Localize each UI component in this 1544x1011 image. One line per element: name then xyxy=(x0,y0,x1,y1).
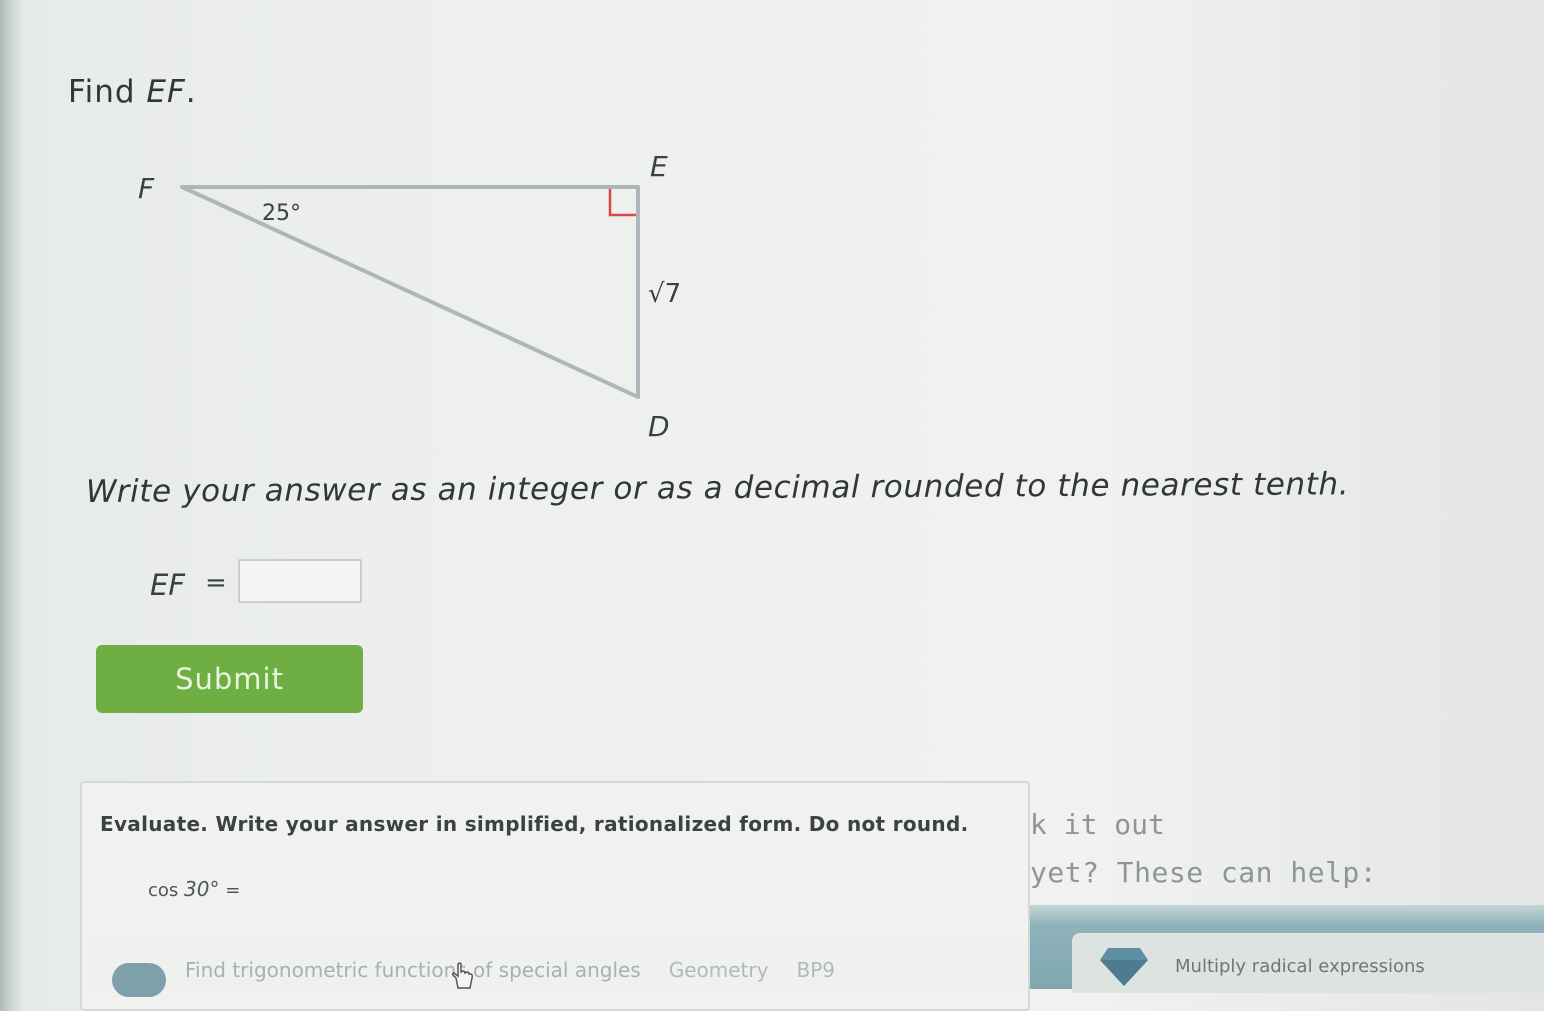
prompt-variable: EF xyxy=(146,74,186,110)
vertex-f-label: F xyxy=(138,172,155,205)
skill-link-trig-functions[interactable]: Find trigonometric functions of special … xyxy=(185,958,835,982)
angle-label: 25° xyxy=(262,201,301,226)
hand-cursor-icon xyxy=(451,962,474,989)
vertex-d-label: D xyxy=(648,410,670,443)
help-heading: k it out xyxy=(1030,808,1165,841)
answer-label: EF xyxy=(150,568,186,602)
answer-input[interactable] xyxy=(238,559,362,603)
triangle-shape xyxy=(180,185,640,399)
submit-button[interactable]: Submit xyxy=(96,645,363,713)
right-angle-marker xyxy=(608,189,636,217)
side-label: √7 xyxy=(648,279,681,309)
vertex-e-label: E xyxy=(650,150,668,183)
diamond-icon xyxy=(1100,948,1148,986)
hint-expression: cos 30° = xyxy=(148,877,241,901)
help-subheading: yet? These can help: xyxy=(1030,856,1378,889)
triangle-figure: F E D 25° √7 xyxy=(138,150,681,443)
question-prompt: Find EF. xyxy=(68,74,197,110)
skill-badge-icon xyxy=(112,963,166,997)
hint-instruction: Evaluate. Write your answer in simplifie… xyxy=(100,812,969,836)
skill-link-multiply-radicals[interactable]: Multiply radical expressions xyxy=(1175,956,1425,977)
answer-instruction: Write your answer as an integer or as a … xyxy=(85,466,1350,510)
answer-equals-sign: = xyxy=(205,568,227,598)
